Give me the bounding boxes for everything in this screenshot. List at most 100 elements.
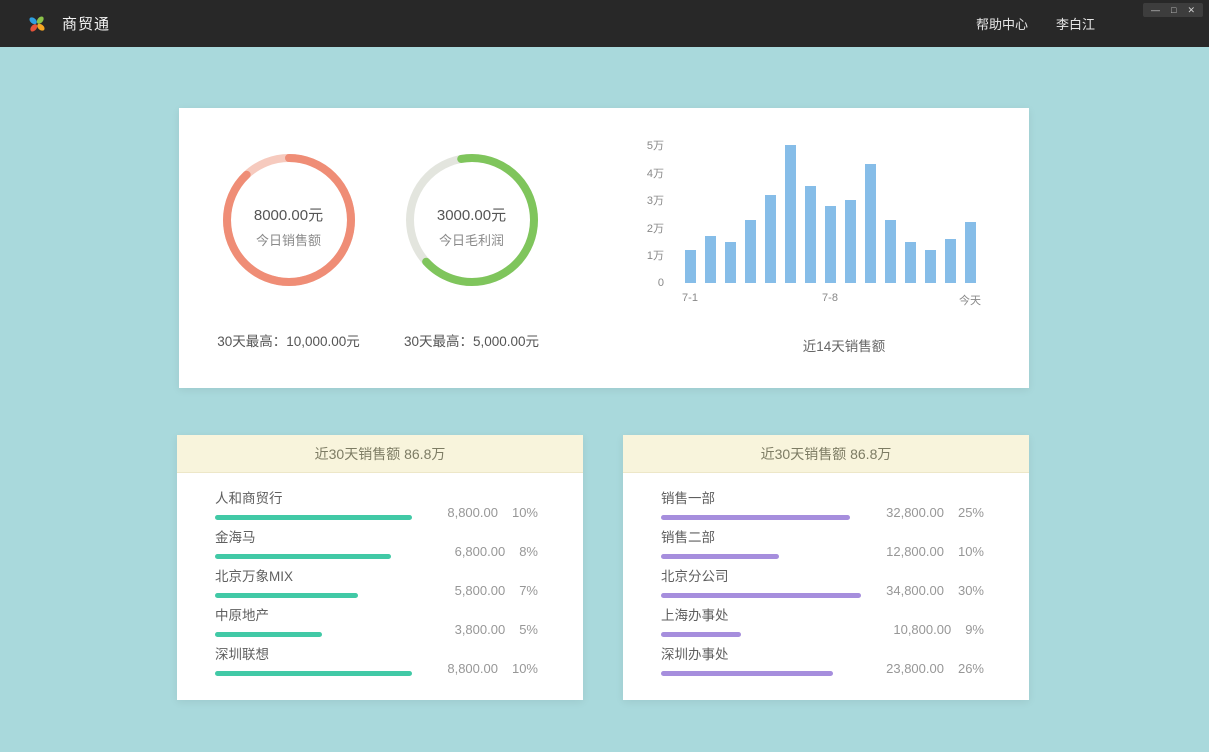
item-label: 销售一部 [661, 491, 871, 507]
y-tick-label: 5万 [647, 137, 664, 153]
maximize-button[interactable]: □ [1171, 4, 1176, 16]
app-window: 商贸通 帮助中心 李白江 — □ ✕ 8000.00元 今日销售额 30 [0, 0, 1209, 752]
bar-column [800, 145, 820, 283]
today-profit-label: 今日毛利润 [402, 230, 542, 249]
window-controls: — □ ✕ [1143, 3, 1203, 17]
bar-column [920, 145, 940, 283]
today-sales-donut: 8000.00元 今日销售额 30天最高：10,000.00元 [196, 150, 381, 350]
list-item: 销售一部 32,800.00 25% [661, 491, 984, 530]
app-header: 商贸通 帮助中心 李白江 — □ ✕ [0, 0, 1209, 47]
bar-column [900, 145, 920, 283]
item-value: 12,800.00 [886, 544, 944, 559]
item-percent: 5% [519, 622, 538, 637]
item-percent: 9% [965, 622, 984, 637]
customer-card-title: 近30天销售额 86.8万 [177, 435, 583, 473]
item-label: 深圳办事处 [661, 647, 871, 663]
list-item: 中原地产 3,800.00 5% [215, 608, 538, 647]
help-center-link[interactable]: 帮助中心 [976, 14, 1028, 33]
bar [925, 250, 936, 283]
item-left: 人和商贸行 [215, 491, 425, 530]
item-values: 5,800.007% [425, 569, 538, 608]
item-value: 8,800.00 [447, 505, 498, 520]
bar [865, 164, 876, 283]
chart-title: 近14天销售额 [694, 335, 994, 355]
app-logo-icon [26, 13, 48, 35]
list-item: 金海马6,800.008% [215, 530, 538, 569]
item-values: 23,800.0026% [871, 647, 984, 686]
item-progress-bar [661, 671, 833, 676]
bar [765, 195, 776, 283]
item-values: 32,800.00 25% [871, 491, 984, 530]
list-item: 上海办事处 10,800.00 9% [661, 608, 984, 647]
item-progress-bar [661, 554, 779, 559]
item-percent: 25% [958, 505, 984, 520]
y-tick-label: 2万 [647, 220, 664, 236]
bar [905, 242, 916, 283]
item-progress-bar [661, 593, 861, 598]
item-progress-bar [661, 632, 741, 637]
bar-column [740, 145, 760, 283]
minimize-button[interactable]: — [1151, 4, 1160, 16]
y-tick-label: 3万 [647, 192, 664, 208]
bar-column: 7-8 [820, 145, 840, 283]
today-sales-value: 8000.00元 [219, 208, 359, 224]
item-label: 上海办事处 [661, 608, 871, 624]
close-button[interactable]: ✕ [1187, 4, 1195, 16]
sales-30day-max: 30天最高：10,000.00元 [196, 330, 381, 350]
y-axis: 01万2万3万4万5万 [634, 145, 664, 283]
item-values: 8,800.00 10% [425, 491, 538, 530]
bar-column [760, 145, 780, 283]
sales-bar-chart: 01万2万3万4万5万 7-17-8今天 近14天销售额 [634, 145, 1014, 355]
item-progress-bar [215, 515, 412, 520]
y-tick-label: 4万 [647, 165, 664, 181]
department-list: 销售一部32,800.0025%销售二部12,800.0010%北京分公司34,… [623, 473, 1029, 686]
item-values: 8,800.0010% [425, 647, 538, 686]
bar [945, 239, 956, 283]
item-left: 深圳联想 [215, 647, 425, 686]
bar [685, 250, 696, 283]
bar [785, 145, 796, 283]
department-sales-card: 近30天销售额 86.8万 销售一部32,800.0025%销售二部12,800… [623, 435, 1029, 700]
list-item: 销售二部12,800.0010% [661, 530, 984, 569]
item-left: 北京分公司 [661, 569, 871, 608]
x-tick-label: 7-1 [682, 292, 698, 304]
bar [745, 220, 756, 283]
list-item: 深圳联想8,800.0010% [215, 647, 538, 686]
list-item: 深圳办事处23,800.0026% [661, 647, 984, 686]
bar [805, 186, 816, 283]
bar-column: 今天 [960, 145, 980, 283]
bar-column [780, 145, 800, 283]
item-percent: 30% [958, 583, 984, 598]
x-tick-label: 7-8 [822, 292, 838, 304]
bar [725, 242, 736, 283]
bar-column [940, 145, 960, 283]
bar-column [880, 145, 900, 283]
item-values: 10,800.00 9% [871, 608, 984, 647]
bar-column [700, 145, 720, 283]
username-link[interactable]: 李白江 [1056, 14, 1095, 33]
list-item: 北京万象MIX5,800.007% [215, 569, 538, 608]
item-values: 3,800.00 5% [425, 608, 538, 647]
bar-column: 7-1 [680, 145, 700, 283]
item-left: 销售一部 [661, 491, 871, 530]
item-progress-bar [215, 593, 358, 598]
item-value: 34,800.00 [886, 583, 944, 598]
bar [705, 236, 716, 283]
y-tick-label: 0 [658, 277, 664, 289]
app-title: 商贸通 [62, 13, 110, 34]
item-value: 3,800.00 [455, 622, 506, 637]
item-percent: 26% [958, 661, 984, 676]
item-left: 北京万象MIX [215, 569, 425, 608]
item-value: 8,800.00 [447, 661, 498, 676]
item-values: 6,800.008% [425, 530, 538, 569]
item-value: 32,800.00 [886, 505, 944, 520]
item-progress-bar [661, 515, 850, 520]
item-label: 销售二部 [661, 530, 871, 546]
item-values: 34,800.00 30% [871, 569, 984, 608]
item-percent: 10% [512, 505, 538, 520]
bar-column [720, 145, 740, 283]
item-left: 深圳办事处 [661, 647, 871, 686]
item-value: 10,800.00 [893, 622, 951, 637]
item-left: 中原地产 [215, 608, 425, 647]
bar [825, 206, 836, 283]
